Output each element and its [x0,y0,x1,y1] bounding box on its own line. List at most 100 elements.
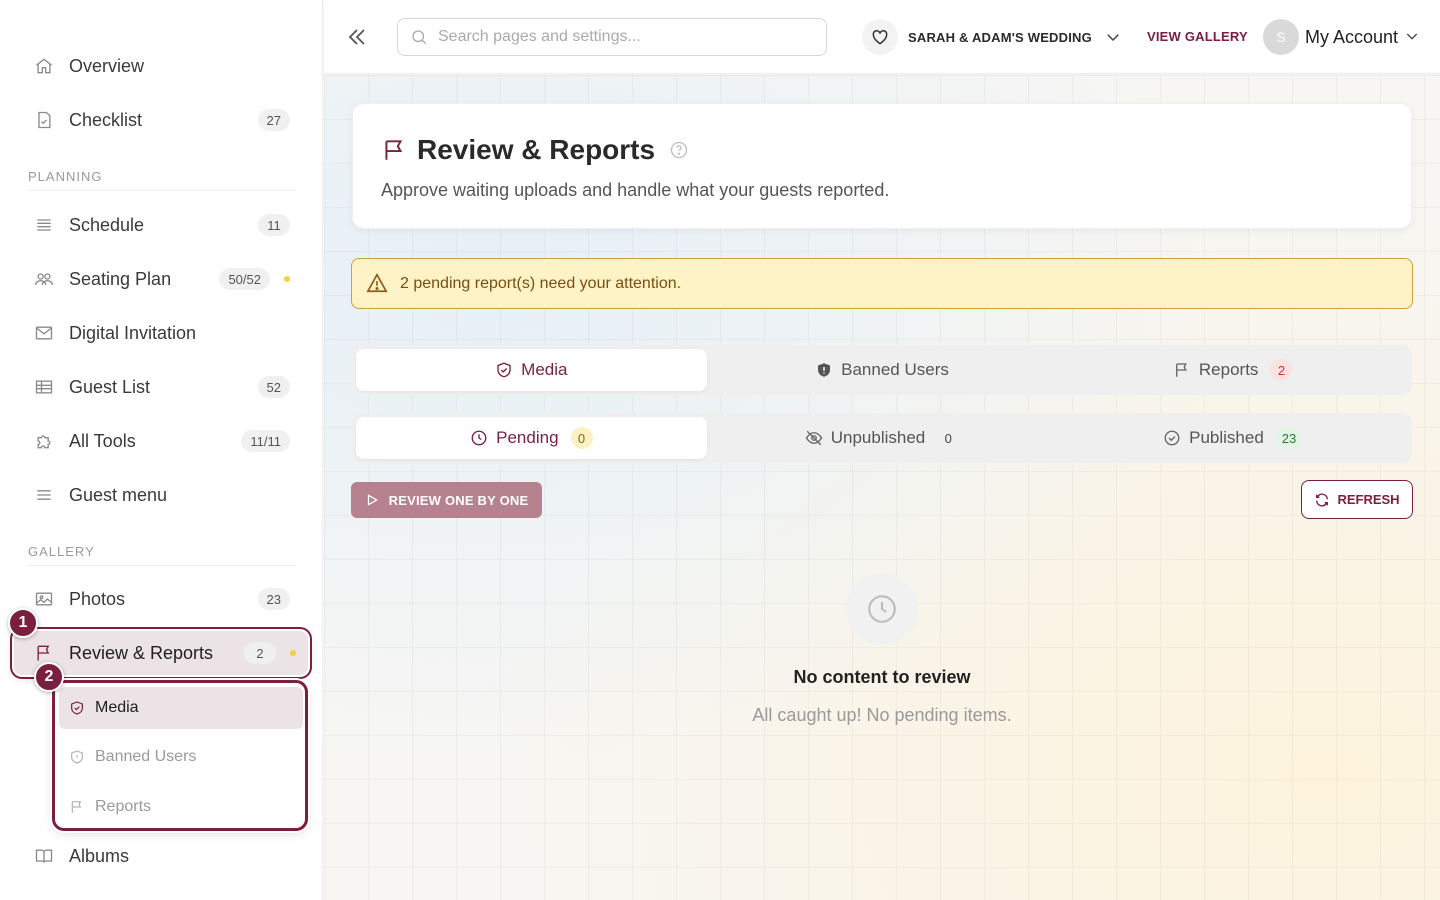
button-label: REVIEW ONE BY ONE [388,492,529,508]
empty-state-subtitle: All caught up! No pending items. [752,705,1012,725]
collapse-sidebar-button[interactable] [344,24,370,50]
shield-icon [69,749,85,765]
event-selector[interactable]: SARAH & ADAM'S WEDDING [862,18,1122,56]
sidebar-item-label: Guest menu [69,484,168,505]
check-circle-icon [1163,429,1181,447]
event-name: SARAH & ADAM'S WEDDING [908,29,1092,45]
status-tabs: Pending 0 Unpublished 0 Published 23 [352,413,1412,463]
page-subtitle: Approve waiting uploads and handle what … [381,180,890,200]
submenu-item-label: Banned Users [95,748,197,765]
search-input[interactable] [438,28,818,46]
image-icon [33,588,55,610]
flag-icon [33,642,55,664]
home-icon [33,55,55,77]
notification-dot [284,276,290,282]
page-title-row: Review & Reports [381,134,689,166]
tab-label: Pending [496,428,559,447]
flag-icon [69,799,85,815]
tab-count-badge: 2 [1270,359,1293,381]
step-badge-1: 1 [8,608,38,638]
sidebar-item-all-tools[interactable]: All Tools 11/11 [20,419,302,463]
refresh-icon [1314,492,1330,508]
sidebar-item-label: Albums [69,845,130,866]
clock-icon [846,573,918,645]
sidebar-item-label: Photos [69,588,126,609]
sidebar-item-overview[interactable]: Overview [20,44,302,88]
review-one-by-one-button[interactable]: REVIEW ONE BY ONE [351,482,542,518]
submenu-item-banned-users[interactable]: Banned Users [59,736,303,778]
shield-check-icon [495,361,513,379]
play-icon [365,493,379,507]
tab-published[interactable]: Published 23 [1057,417,1408,459]
submenu-item-label: Reports [95,798,152,815]
page-title: Review & Reports [417,134,656,165]
sidebar-item-label: Overview [69,55,145,76]
menu-icon [33,484,55,506]
chevron-down-icon [1404,28,1422,46]
sidebar-item-label: All Tools [69,430,136,451]
book-icon [33,845,55,867]
tab-unpublished[interactable]: Unpublished 0 [707,417,1058,459]
button-label: REFRESH [1337,492,1400,507]
view-gallery-link[interactable]: VIEW GALLERY [1147,29,1248,44]
count-badge: 27 [257,109,290,131]
sidebar: Overview Checklist 27 PLANNING Schedule … [0,0,323,900]
sidebar-item-digital-invitation[interactable]: Digital Invitation [20,311,302,355]
empty-state-title: No content to review [793,667,971,687]
tab-label: Banned Users [841,360,949,379]
double-chevron-left-icon [348,29,365,45]
account-menu[interactable]: S My Account [1263,18,1422,56]
count-badge: 52 [257,376,290,398]
mail-icon [33,322,55,344]
main-tabs: Media Banned Users Reports 2 [352,345,1412,395]
section-title-planning: PLANNING [28,169,103,184]
sidebar-item-label: Guest List [69,376,151,397]
eye-off-icon [805,429,823,447]
help-icon[interactable] [669,140,689,160]
tab-count-badge: 23 [1275,427,1303,449]
submenu-item-media[interactable]: Media [59,687,303,729]
tab-pending[interactable]: Pending 0 [356,417,707,459]
review-submenu: Media Banned Users Reports [52,680,308,831]
refresh-button[interactable]: REFRESH [1301,480,1413,519]
tab-label: Unpublished [830,428,926,447]
sidebar-item-label: Digital Invitation [69,322,197,343]
tab-count-badge: 0 [570,427,593,449]
sidebar-item-seating-plan[interactable]: Seating Plan 50/52 [20,257,302,301]
count-badge: 23 [257,588,290,610]
topbar: SARAH & ADAM'S WEDDING VIEW GALLERY S My… [324,0,1440,74]
account-label: My Account [1305,26,1399,47]
count-badge: 11 [258,214,290,236]
sidebar-item-photos[interactable]: Photos 23 [20,577,302,621]
tab-media[interactable]: Media [356,349,707,391]
schedule-icon [33,214,55,236]
alert-text: 2 pending report(s) need your attention. [400,274,682,292]
sidebar-item-label: Schedule [69,214,145,235]
search-box[interactable] [397,18,827,56]
sidebar-item-checklist[interactable]: Checklist 27 [20,98,302,142]
pending-reports-alert: 2 pending report(s) need your attention. [351,258,1413,309]
notification-dot [290,650,296,656]
tab-banned-users[interactable]: Banned Users [707,349,1058,391]
sidebar-item-guest-list[interactable]: Guest List 52 [20,365,302,409]
submenu-item-reports[interactable]: Reports [59,786,303,828]
sidebar-item-schedule[interactable]: Schedule 11 [20,203,302,247]
sidebar-item-albums[interactable]: Albums [20,834,302,878]
count-badge: 50/52 [219,268,270,290]
tab-reports[interactable]: Reports 2 [1057,349,1408,391]
submenu-item-label: Media [95,699,139,716]
sidebar-item-guest-menu[interactable]: Guest menu [20,473,302,517]
shield-check-icon [69,700,85,716]
table-icon [33,376,55,398]
avatar: S [1263,19,1299,55]
flag-icon [381,137,407,163]
heart-icon [862,19,898,55]
flag-icon [1173,361,1191,379]
warning-icon [366,272,390,296]
search-icon [410,28,428,46]
tab-count-badge: 0 [944,430,952,446]
count-badge: 2 [244,642,276,664]
sidebar-item-label: Review & Reports [69,642,214,663]
section-divider [28,190,296,191]
tab-label: Published [1189,428,1264,447]
